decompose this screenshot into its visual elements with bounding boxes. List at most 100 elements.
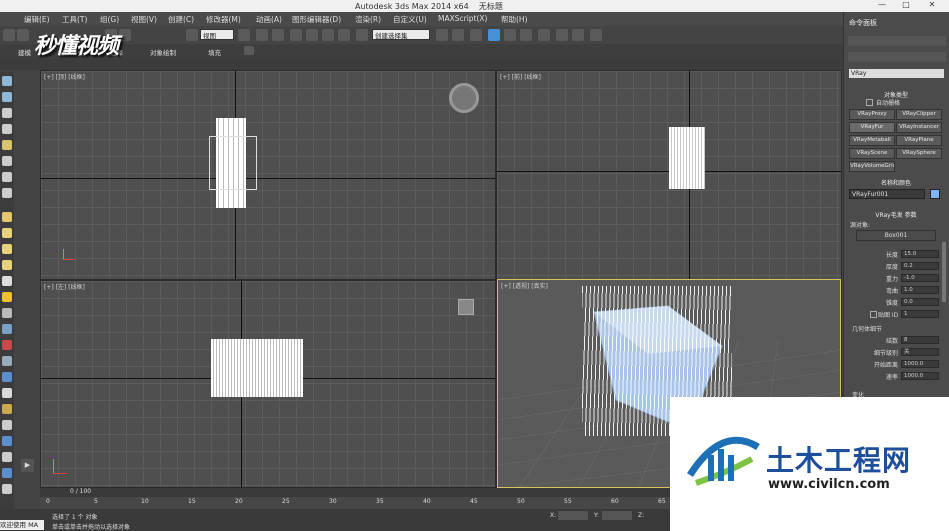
coord-x-field[interactable]: [558, 511, 588, 520]
sun-icon[interactable]: [2, 292, 12, 302]
panel-scrollbar[interactable]: [942, 242, 946, 302]
grid-icon[interactable]: [2, 124, 12, 134]
map-channel-checkbox[interactable]: [870, 311, 877, 318]
spacewarp-icon[interactable]: [2, 324, 12, 334]
modifier-icon[interactable]: [2, 420, 12, 430]
param-gravity-field[interactable]: -1.0: [901, 274, 939, 282]
minimize-button[interactable]: —: [871, 0, 893, 12]
object-name-field[interactable]: VRayFur001: [849, 189, 925, 199]
geo-lod-field[interactable]: 关: [901, 348, 939, 356]
edit-named-sel-icon[interactable]: [356, 29, 368, 41]
menu-customize[interactable]: 自定义(U): [393, 14, 427, 25]
menu-views[interactable]: 视图(V): [131, 14, 157, 25]
menu-animation[interactable]: 动画(A): [256, 14, 282, 25]
menu-maxscript[interactable]: MAXScript(X): [438, 14, 487, 23]
hierarchy-icon[interactable]: [2, 356, 12, 366]
display-icon[interactable]: [2, 452, 12, 462]
btn-vrayproxy[interactable]: VRayProxy: [849, 109, 895, 120]
param-thickness-field[interactable]: 0.2: [901, 262, 939, 270]
menu-graph-editors[interactable]: 图形编辑器(D): [292, 14, 341, 25]
select-move-icon[interactable]: [186, 29, 198, 41]
ribbon-tab-object-paint[interactable]: 对象绘制: [150, 47, 176, 57]
menu-group[interactable]: 组(G): [100, 14, 119, 25]
shape-icon[interactable]: [2, 388, 12, 398]
snap-icon[interactable]: [290, 29, 302, 41]
ribbon-toggle-icon[interactable]: [488, 29, 500, 41]
folder-icon[interactable]: [2, 212, 12, 222]
helper-icon[interactable]: [2, 172, 12, 182]
motion-icon[interactable]: [2, 468, 12, 478]
viewport-top-label[interactable]: [+] [顶] [线框]: [44, 72, 85, 81]
move-icon[interactable]: [256, 29, 268, 41]
panel-tabs[interactable]: [848, 36, 946, 46]
btn-vrayfur[interactable]: VRayFur: [849, 122, 895, 133]
map-channel-field[interactable]: 1: [901, 310, 939, 318]
fur-object-left[interactable]: [211, 339, 303, 397]
source-object-button[interactable]: Box001: [856, 230, 936, 241]
menu-modifiers[interactable]: 修改器(M): [206, 14, 241, 25]
btn-vrayvolumegrid[interactable]: VRayVolumeGrid: [849, 161, 895, 172]
link-icon[interactable]: [3, 29, 15, 41]
named-selection-set[interactable]: 创建选择集: [372, 29, 430, 40]
viewport-front[interactable]: [+] [前] [线框]: [497, 71, 841, 279]
layer-explorer-icon[interactable]: [2, 92, 12, 102]
filter-icon[interactable]: [2, 484, 12, 494]
param-length-field[interactable]: 15.0: [901, 250, 939, 258]
globe-icon[interactable]: [2, 372, 12, 382]
align-icon[interactable]: [452, 29, 464, 41]
viewport-front-label[interactable]: [+] [前] [线框]: [500, 72, 541, 81]
material-editor-icon[interactable]: [538, 29, 550, 41]
pivot-icon[interactable]: [238, 29, 250, 41]
autogrid-checkbox[interactable]: [866, 99, 873, 106]
menu-rendering[interactable]: 渲染(R): [355, 14, 381, 25]
geo-start-distance-field[interactable]: 1000.0: [901, 360, 939, 368]
maximize-button[interactable]: □: [895, 0, 917, 12]
ribbon-options-icon[interactable]: [244, 46, 254, 55]
param-taper-field[interactable]: 0.0: [901, 298, 939, 306]
select-by-name-icon[interactable]: [119, 29, 131, 41]
percent-snap-icon[interactable]: [322, 29, 334, 41]
schematic-view-icon[interactable]: [520, 29, 532, 41]
curve-editor-icon[interactable]: [504, 29, 516, 41]
render-setup-icon[interactable]: [556, 29, 568, 41]
light-icon[interactable]: [2, 140, 12, 150]
param-bend-field[interactable]: 1.0: [901, 286, 939, 294]
ribbon-tab-modeling[interactable]: 建模: [18, 47, 31, 57]
maxscript-listener[interactable]: 欢迎使用 MA: [0, 520, 44, 530]
btn-vrayinstancer[interactable]: VRayInstancer: [896, 122, 942, 133]
btn-vraymetaball[interactable]: VRayMetaball: [849, 135, 895, 146]
reference-coord-select[interactable]: 视图: [200, 29, 234, 40]
scene-explorer-icon[interactable]: [2, 76, 12, 86]
menu-edit[interactable]: 编辑(E): [24, 14, 50, 25]
bone-icon[interactable]: [2, 308, 12, 318]
menu-create[interactable]: 创建(C): [168, 14, 194, 25]
system-icon[interactable]: [2, 340, 12, 350]
layer-icon[interactable]: [470, 29, 482, 41]
geometry-icon[interactable]: [2, 228, 12, 238]
cone-icon[interactable]: [2, 276, 12, 286]
btn-vrayscene[interactable]: VRayScene: [849, 148, 895, 159]
geo-knots-field[interactable]: 8: [901, 336, 939, 344]
category-dropdown[interactable]: VRay: [849, 69, 944, 78]
viewport-left[interactable]: [+] [左] [线框]: [41, 281, 495, 487]
sphere-icon[interactable]: [2, 244, 12, 254]
close-button[interactable]: ✕: [921, 0, 943, 12]
create-category-tabs[interactable]: [848, 52, 946, 62]
menu-help[interactable]: 帮助(H): [501, 14, 528, 25]
btn-vrayplane[interactable]: VRayPlane: [896, 135, 942, 146]
params-title[interactable]: VRay毛发 参数: [844, 210, 948, 219]
coord-y-field[interactable]: [602, 511, 632, 520]
sort-icon[interactable]: [2, 188, 12, 198]
viewport-left-label[interactable]: [+] [左] [线框]: [44, 282, 85, 291]
render-production-icon[interactable]: [590, 29, 602, 41]
cylinder-icon[interactable]: [2, 260, 12, 270]
particle-icon[interactable]: [2, 404, 12, 414]
geo-rate-field[interactable]: 1000.0: [901, 372, 939, 380]
render-frame-icon[interactable]: [572, 29, 584, 41]
fur-object-front[interactable]: [669, 127, 705, 189]
list-icon[interactable]: [2, 108, 12, 118]
unlink-icon[interactable]: [17, 29, 29, 41]
viewport-top[interactable]: [+] [顶] [线框]: [41, 71, 495, 279]
viewcube-icon[interactable]: [449, 83, 479, 113]
utility-icon[interactable]: [2, 436, 12, 446]
